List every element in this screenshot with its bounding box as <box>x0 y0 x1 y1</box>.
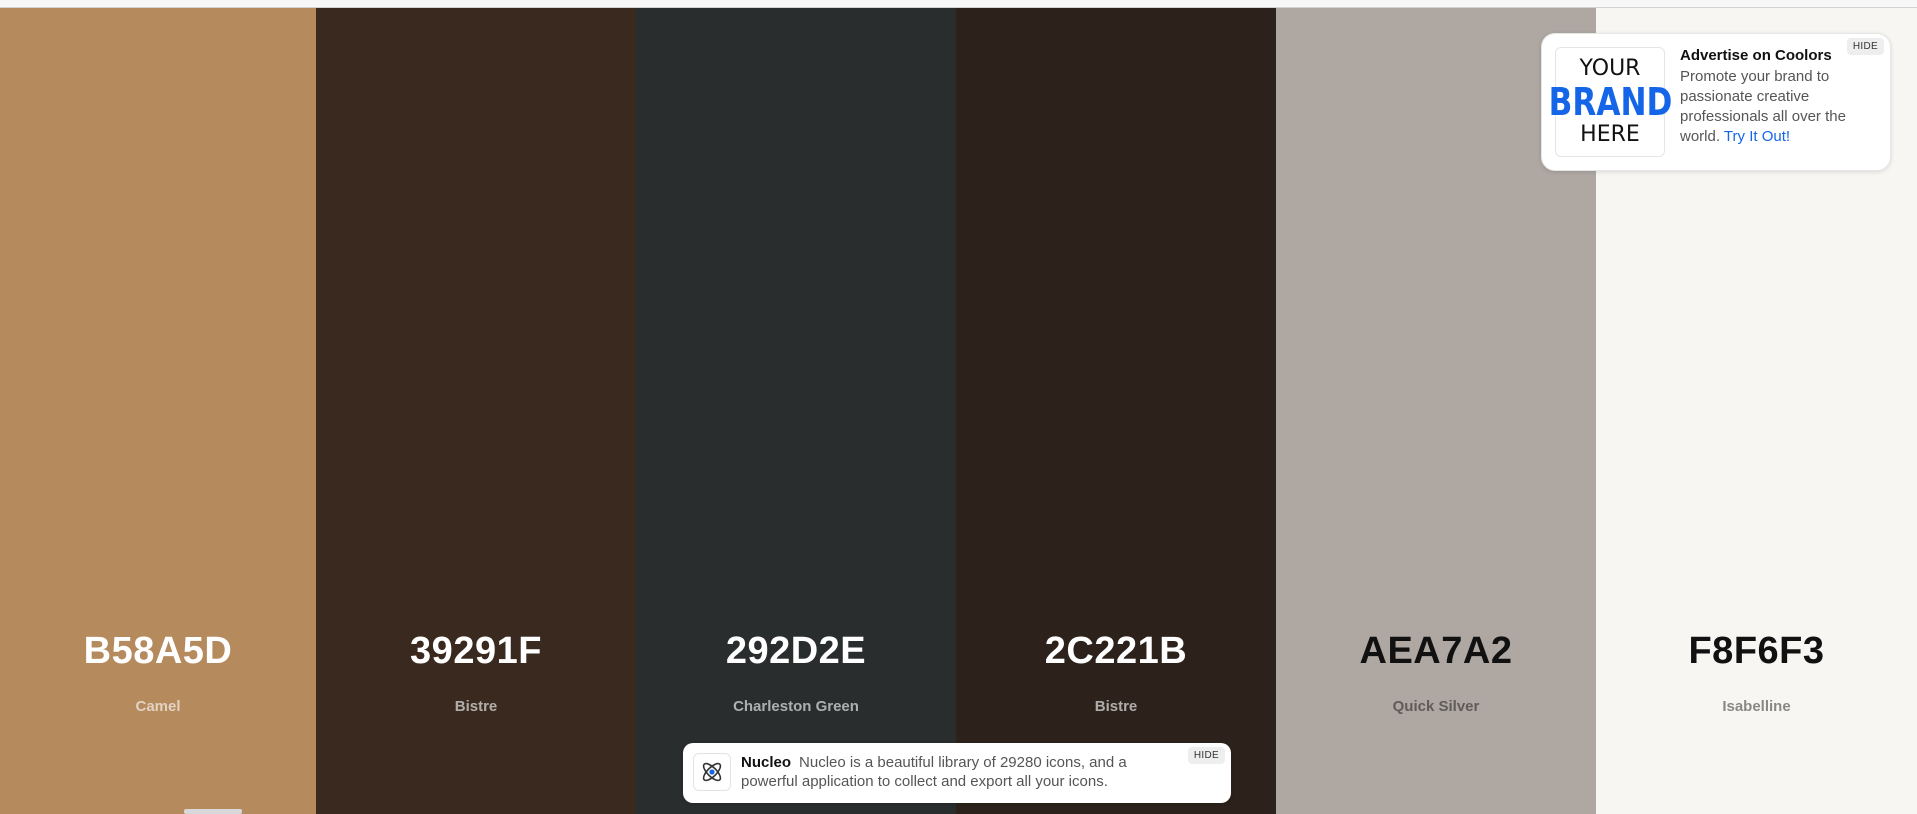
logo-line-here: HERE <box>1580 122 1640 147</box>
swatch-camel[interactable]: B58A5D Camel <box>0 8 316 814</box>
ad-hide-button[interactable]: HIDE <box>1846 38 1884 55</box>
banner-hide-button[interactable]: HIDE <box>1187 747 1225 764</box>
banner-title[interactable]: Nucleo <box>741 754 791 771</box>
swatch-color-name: Bistre <box>1094 698 1138 715</box>
swatch-color-name: Charleston Green <box>733 698 859 715</box>
swatch-hex[interactable]: AEA7A2 <box>1276 630 1596 673</box>
swatch-color-name: Bistre <box>454 698 498 715</box>
swatch-hex[interactable]: B58A5D <box>0 630 316 673</box>
brand-logo[interactable]: YOUR BRAND HERE <box>1548 47 1672 157</box>
swatch-charleston-green[interactable]: 292D2E Charleston Green <box>636 8 956 814</box>
swatch-color-name: Isabelline <box>1722 698 1791 715</box>
banner-body: Nucleo is a beautiful library of 29280 i… <box>741 754 1127 790</box>
ad-title: Advertise on Coolors <box>1680 47 1832 64</box>
ad-body: Promote your brand to passionate creativ… <box>1680 67 1878 147</box>
ad-try-link[interactable]: Try It Out! <box>1724 128 1790 145</box>
sponsor-banner[interactable]: Nucleo Nucleo is a beautiful library of 2… <box>683 743 1231 803</box>
scroll-handle[interactable] <box>184 809 242 814</box>
swatch-hex[interactable]: 2C221B <box>956 630 1276 673</box>
logo-line-your: YOUR <box>1579 56 1641 81</box>
banner-text: Nucleo Nucleo is a beautiful library of 2… <box>741 753 1171 791</box>
swatch-color-name: Quick Silver <box>1392 698 1480 715</box>
ad-card[interactable]: YOUR BRAND HERE Advertise on Coolors Pro… <box>1541 33 1891 171</box>
top-edge <box>0 0 1917 8</box>
swatch-hex[interactable]: 39291F <box>316 630 636 673</box>
swatch-color-name: Camel <box>135 698 181 715</box>
swatch-hex[interactable]: 292D2E <box>636 630 956 673</box>
atom-icon <box>693 753 731 791</box>
swatch-bistre-dark[interactable]: 2C221B Bistre <box>956 8 1276 814</box>
swatch-bistre[interactable]: 39291F Bistre <box>316 8 636 814</box>
logo-line-brand: BRAND <box>1548 80 1672 124</box>
swatch-hex[interactable]: F8F6F3 <box>1596 630 1917 673</box>
